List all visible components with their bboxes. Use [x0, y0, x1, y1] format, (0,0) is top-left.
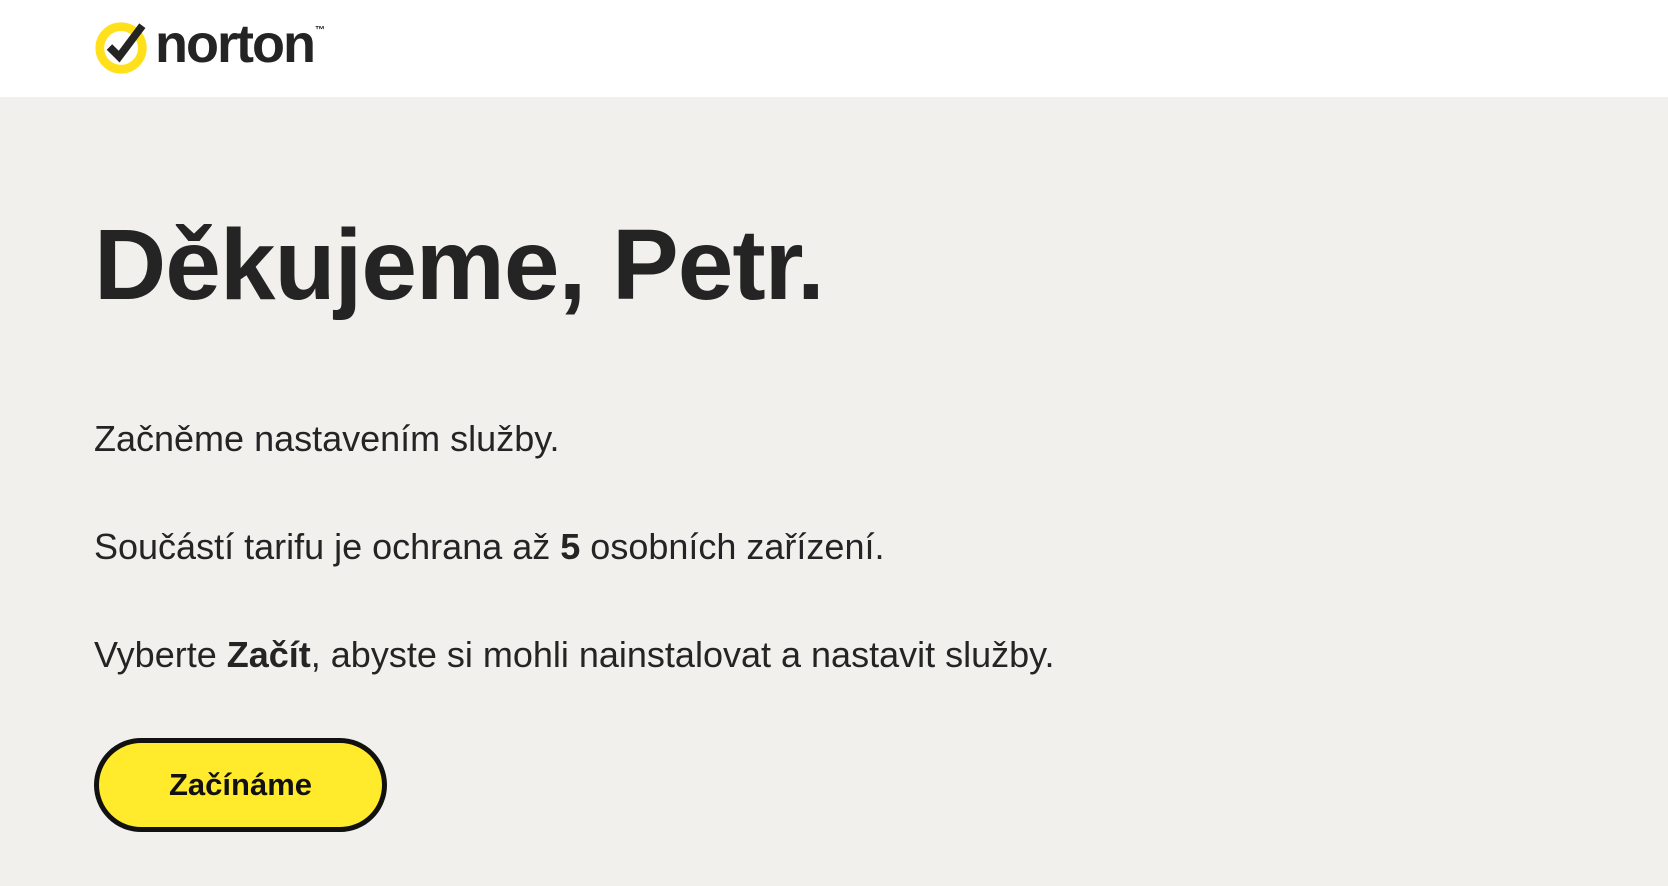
device-text-after: osobních zařízení. [580, 526, 885, 567]
norton-logo[interactable]: norton ™ [94, 17, 325, 77]
page-title: Děkujeme, Petr. [94, 209, 825, 321]
instruction-text: Vyberte Začít, abyste si mohli nainstalo… [94, 633, 1054, 676]
norton-checkmark-icon [95, 22, 147, 74]
trademark-symbol: ™ [314, 25, 325, 36]
get-started-button[interactable]: Začínáme [94, 738, 387, 832]
device-count: 5 [560, 526, 581, 567]
device-count-text: Součástí tarifu je ochrana až 5 osobních… [94, 525, 884, 568]
instruction-text-after: , abyste si mohli nainstalovat a nastavi… [310, 634, 1055, 675]
intro-text: Začněme nastavením služby. [94, 418, 560, 459]
device-text-before: Součástí tarifu je ochrana až [94, 526, 561, 567]
page-header: norton ™ [0, 0, 1668, 97]
logo-wordmark: norton [155, 14, 316, 74]
instruction-emphasis: Začít [226, 634, 311, 675]
instruction-text-before: Vyberte [94, 634, 227, 675]
